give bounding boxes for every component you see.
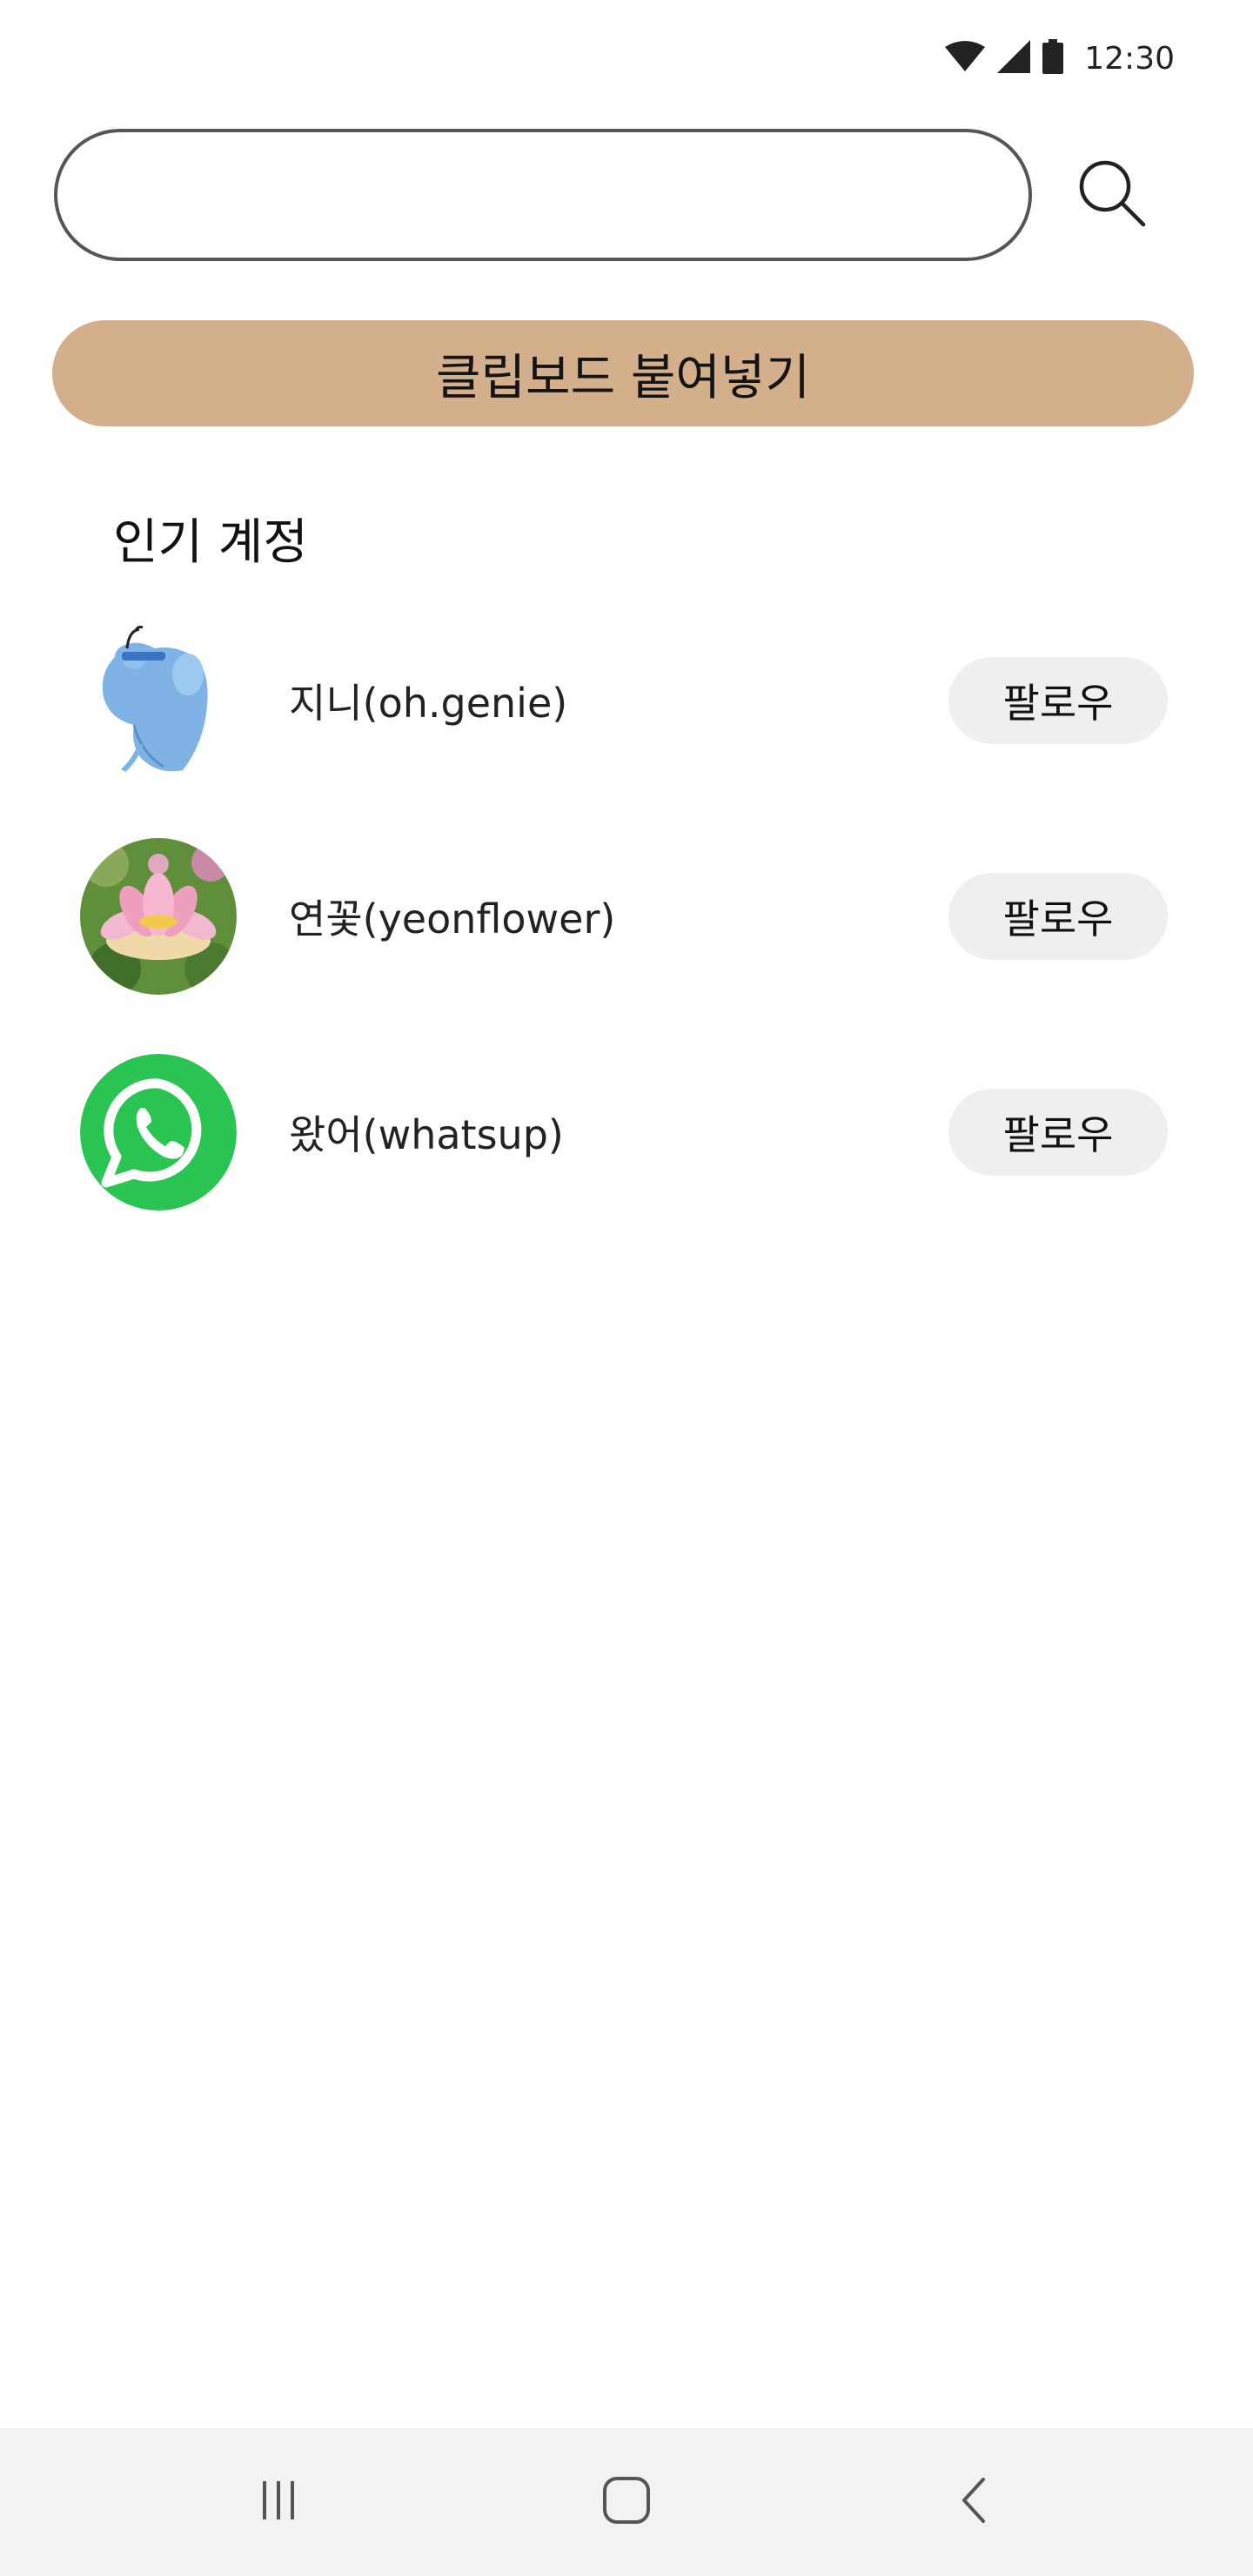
status-icons: 12:30: [945, 37, 1175, 80]
paste-clipboard-label: 클립보드 붙여넣기: [436, 349, 810, 406]
paste-clipboard-button[interactable]: 클립보드 붙여넣기: [52, 320, 1194, 426]
back-button[interactable]: [940, 2467, 1009, 2537]
follow-label: 팔로우: [1002, 1111, 1114, 1158]
whatsapp-avatar[interactable]: [80, 1054, 237, 1211]
account-row[interactable]: 연꽃(yeonflower) 팔로우: [0, 834, 1253, 999]
search-input[interactable]: [54, 129, 1032, 261]
wifi-icon: [945, 40, 986, 77]
account-name: 지니(oh.genie): [289, 680, 568, 727]
lotus-avatar[interactable]: [80, 838, 237, 995]
account-name: 연꽃(yeonflower): [289, 896, 616, 943]
account-name: 왔어(whatsup): [289, 1111, 564, 1158]
search-icon: [1075, 157, 1149, 233]
follow-button[interactable]: 팔로우: [948, 1089, 1168, 1176]
status-time: 12:30: [1084, 40, 1175, 77]
follow-label: 팔로우: [1002, 680, 1114, 727]
follow-label: 팔로우: [1002, 896, 1114, 943]
follow-button[interactable]: 팔로우: [948, 657, 1168, 744]
account-row[interactable]: 지니(oh.genie) 팔로우: [0, 618, 1253, 783]
back-icon: [948, 2474, 1001, 2530]
recent-apps-button[interactable]: [244, 2467, 313, 2537]
account-row[interactable]: 왔어(whatsup) 팔로우: [0, 1050, 1253, 1215]
navigation-bar: [0, 2428, 1253, 2576]
home-button[interactable]: [592, 2467, 661, 2537]
home-icon: [600, 2474, 653, 2530]
search-button[interactable]: [1069, 151, 1156, 238]
recent-apps-icon: [252, 2474, 305, 2530]
follow-button[interactable]: 팔로우: [948, 873, 1168, 960]
status-bar: 12:30: [0, 0, 1253, 113]
battery-icon: [1042, 39, 1064, 77]
genie-avatar[interactable]: [80, 622, 237, 779]
section-title: 인기 계정: [113, 514, 308, 571]
signal-icon: [997, 40, 1031, 77]
